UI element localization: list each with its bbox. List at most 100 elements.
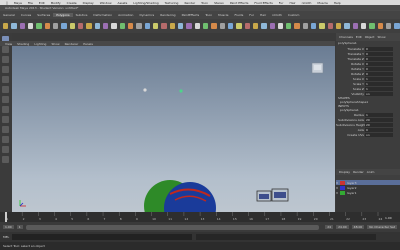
mac-menu-item[interactable]: Render [184, 1, 195, 5]
panel-menu-item[interactable]: Show [51, 42, 59, 46]
channel-box-menu-item[interactable]: Edit [356, 35, 362, 39]
attribute-value-field[interactable]: on [365, 91, 393, 96]
shelf-button-icon[interactable] [302, 23, 309, 29]
shelf-button-icon[interactable] [269, 23, 275, 29]
shelf-button-icon[interactable] [261, 23, 267, 29]
attribute-value-field[interactable]: 0 [365, 61, 393, 66]
shelf-button-icon[interactable] [327, 23, 334, 29]
shelf-tab[interactable]: Fluids [232, 13, 247, 17]
shelf-button-icon[interactable] [386, 23, 392, 29]
single-view-icon[interactable] [2, 116, 9, 123]
shelf-button-icon[interactable] [136, 23, 142, 29]
shelf-button-icon[interactable] [352, 23, 359, 29]
four-view-icon[interactable] [2, 126, 9, 133]
mac-menu-item[interactable]: Paint Effects [230, 1, 249, 5]
mac-menu-item[interactable]: Stereo [214, 1, 224, 5]
mac-menu-item[interactable]: Muscle [317, 1, 327, 5]
attribute-value-field[interactable]: 1 [365, 112, 393, 117]
attribute-value-field[interactable]: 1 [365, 86, 393, 91]
shelf-button-icon[interactable] [202, 23, 209, 29]
shelf-tab[interactable]: Deformation [90, 13, 115, 17]
persp-outliner-icon[interactable] [2, 136, 9, 143]
mac-menu-item[interactable]: File [28, 1, 33, 5]
visibility-toggle-icon[interactable]: V [336, 191, 338, 195]
shelf-button-icon[interactable] [286, 23, 292, 29]
panel-menu-item[interactable]: Lighting [34, 42, 46, 46]
shelf-button-icon[interactable] [94, 23, 100, 29]
shelf-button-icon[interactable] [19, 23, 25, 29]
shelf-button-icon[interactable] [377, 23, 384, 29]
attribute-value-field[interactable]: 0 [365, 56, 393, 61]
mac-menu-item[interactable]: Modify [51, 1, 61, 5]
panel-menu-item[interactable]: Shading [17, 42, 29, 46]
layer-tab[interactable]: Render [353, 170, 364, 174]
shelf-button-icon[interactable] [152, 23, 159, 29]
layer-tab[interactable]: Display [339, 170, 350, 174]
character-set-menu[interactable]: No Character Set [367, 225, 397, 229]
time-slider-ruler[interactable]: 1 2 3 4 5 6 7 8 9 10 11 12 13 14 15 16 17 18 19 20 21 22 23 24 1… [0, 212, 400, 222]
rotate-tool-icon[interactable] [2, 76, 9, 83]
layer-name[interactable]: layer1 [347, 191, 356, 195]
shelf-button-icon[interactable] [69, 23, 75, 29]
mac-menu-item[interactable]: Create [67, 1, 77, 5]
current-time-field[interactable]: 1.00 [385, 216, 392, 220]
range-inner-end-field[interactable]: 24 [325, 225, 334, 229]
shelf-tab[interactable]: Toon [202, 13, 215, 17]
view-cube[interactable] [311, 62, 324, 74]
shelf-button-icon[interactable] [144, 23, 150, 29]
visibility-toggle-icon[interactable]: V [336, 181, 338, 185]
shelf-button-icon[interactable] [319, 23, 325, 29]
manipulator-icon[interactable] [2, 96, 9, 103]
shelf-button-icon[interactable] [111, 23, 117, 29]
mac-menu-item[interactable]: Texturing [165, 1, 179, 5]
shelf-tab[interactable]: Muscle [215, 13, 231, 17]
shelf-button-icon[interactable] [44, 23, 50, 29]
layer-row[interactable]: Vlayer1 [336, 190, 400, 195]
layer-tab[interactable]: Anim [367, 170, 375, 174]
shelf-button-icon[interactable] [369, 23, 375, 29]
shelf-tab[interactable]: Custom [285, 13, 303, 17]
viewport[interactable] [12, 46, 335, 212]
shelf-button-icon[interactable] [361, 23, 367, 29]
mac-menu-item[interactable]: Lighting/Shading [133, 1, 158, 5]
attribute-value-field[interactable]: 0 [365, 127, 393, 132]
shelf-button-icon[interactable] [236, 23, 242, 29]
layer-name[interactable]: layer2 [347, 186, 356, 190]
time-slider[interactable]: 1 2 3 4 5 6 7 8 9 10 11 12 13 14 15 16 17 18 19 20 21 22 23 24 1… [0, 212, 400, 222]
shelf-button-icon[interactable] [11, 23, 17, 29]
command-language-label[interactable]: MEL [3, 235, 9, 239]
shelf-button-icon[interactable] [127, 23, 134, 29]
shelf-button-icon[interactable] [161, 23, 167, 29]
shelf-tab[interactable]: Polygons [53, 13, 73, 17]
shelf-button-icon[interactable] [169, 23, 175, 29]
scale-tool-icon[interactable] [2, 86, 9, 93]
shelf-button-icon[interactable] [61, 23, 67, 29]
mac-menu-item[interactable]: Hair [289, 1, 295, 5]
range-end-field[interactable]: 24.00 [336, 225, 349, 229]
shelf-button-icon[interactable] [27, 23, 34, 29]
mac-menu-item[interactable]: Fur [279, 1, 284, 5]
apple-menu-icon[interactable]:  [6, 1, 8, 5]
shelf-button-icon[interactable] [244, 23, 250, 29]
shelf-button-icon[interactable] [119, 23, 125, 29]
shelf-tab[interactable]: Rendering [157, 13, 178, 17]
lasso-tool-icon[interactable] [2, 46, 9, 53]
visibility-toggle-icon[interactable]: V [336, 186, 338, 190]
shelf-button-icon[interactable] [102, 23, 109, 29]
viewport-canvas[interactable] [12, 46, 335, 212]
shelf-button-icon[interactable] [344, 23, 350, 29]
shelf-tab[interactable]: General [0, 13, 18, 17]
channel-box-menu-item[interactable]: Channels [339, 35, 353, 39]
shelf-tab[interactable]: Curves [18, 13, 34, 17]
mac-menu-item[interactable]: Window [100, 1, 112, 5]
shelf-tab[interactable]: Subdivs [73, 13, 91, 17]
shelf-tab[interactable]: PaintEffects [179, 13, 203, 17]
mac-menu-item[interactable]: Maya [14, 1, 22, 5]
layer-name[interactable]: layer3 [347, 181, 356, 185]
panel-menu-item[interactable]: Panels [83, 42, 93, 46]
current-time-marker[interactable] [5, 212, 7, 222]
shelf-tab[interactable]: Hair [257, 13, 269, 17]
panel-menu-item[interactable]: Renderer [65, 42, 79, 46]
panel-menu-item[interactable]: View [5, 42, 12, 46]
range-start-field[interactable]: 1.00 [3, 225, 14, 229]
